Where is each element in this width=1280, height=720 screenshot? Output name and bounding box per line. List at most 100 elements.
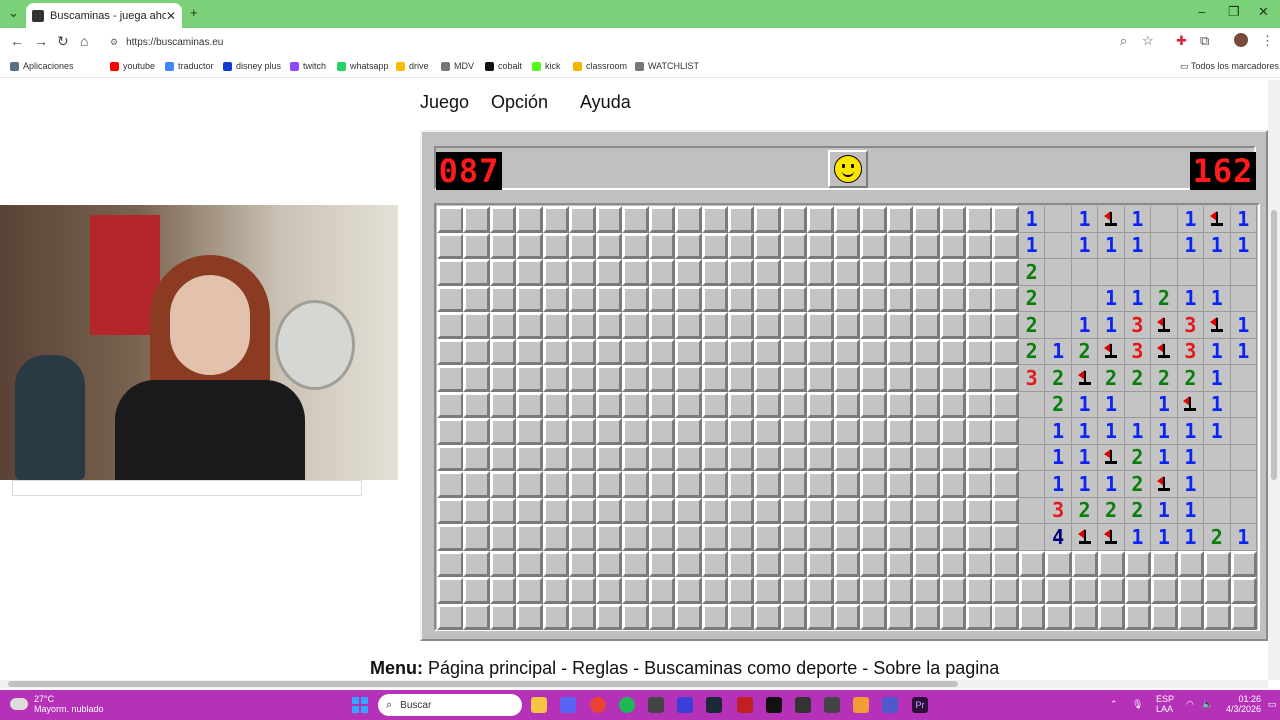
hidden-cell[interactable] (701, 391, 728, 418)
hidden-cell[interactable] (569, 471, 596, 498)
hidden-cell[interactable] (595, 524, 623, 551)
hidden-cell[interactable] (913, 418, 940, 445)
hidden-cell[interactable] (489, 550, 517, 577)
reload-icon[interactable]: ↻ (57, 33, 69, 50)
hidden-cell[interactable] (807, 259, 834, 286)
browser-tab[interactable]: Buscaminas - juega ahora! ✕ (26, 3, 182, 28)
hidden-cell[interactable] (648, 391, 676, 418)
hidden-cell[interactable] (754, 577, 781, 604)
extension-icon[interactable]: ✚ (1176, 33, 1187, 49)
hidden-cell[interactable] (437, 206, 464, 233)
hidden-cell[interactable] (886, 497, 914, 524)
hidden-cell[interactable] (780, 312, 808, 339)
hidden-cell[interactable] (622, 524, 649, 551)
hidden-cell[interactable] (463, 285, 490, 312)
number-cell[interactable]: 1 (1098, 391, 1125, 418)
hidden-cell[interactable] (516, 471, 543, 498)
hidden-cell[interactable] (992, 550, 1019, 577)
hidden-cell[interactable] (701, 603, 728, 630)
hidden-cell[interactable] (675, 577, 702, 604)
number-cell[interactable]: 2 (1045, 365, 1072, 392)
hidden-cell[interactable] (569, 232, 596, 259)
empty-cell[interactable] (1018, 444, 1046, 471)
hidden-cell[interactable] (727, 391, 755, 418)
discord-icon[interactable] (560, 697, 576, 713)
back-icon[interactable]: ← (10, 33, 24, 49)
hidden-cell[interactable] (780, 206, 808, 233)
hidden-cell[interactable] (675, 524, 702, 551)
flag-icon[interactable] (1204, 312, 1231, 339)
hidden-cell[interactable] (886, 232, 914, 259)
flag-icon[interactable] (1204, 206, 1231, 233)
mic-icon[interactable]: 🎙 (1132, 699, 1143, 709)
number-cell[interactable]: 1 (1071, 391, 1099, 418)
hidden-cell[interactable] (727, 418, 755, 445)
number-cell[interactable]: 2 (1124, 365, 1152, 392)
hidden-cell[interactable] (463, 312, 490, 339)
hidden-cell[interactable] (913, 391, 940, 418)
hidden-cell[interactable] (437, 497, 464, 524)
hidden-cell[interactable] (860, 577, 887, 604)
number-cell[interactable]: 1 (1018, 232, 1046, 259)
hidden-cell[interactable] (780, 497, 808, 524)
hidden-cell[interactable] (701, 418, 728, 445)
empty-cell[interactable] (1230, 418, 1257, 445)
spotify-icon[interactable] (619, 697, 635, 713)
hidden-cell[interactable] (622, 550, 649, 577)
hidden-cell[interactable] (542, 312, 570, 339)
hidden-cell[interactable] (886, 312, 914, 339)
hidden-cell[interactable] (1230, 550, 1257, 577)
flag-icon[interactable] (1098, 338, 1125, 365)
hidden-cell[interactable] (595, 232, 623, 259)
hidden-cell[interactable] (860, 471, 887, 498)
hidden-cell[interactable] (807, 603, 834, 630)
hidden-cell[interactable] (754, 603, 781, 630)
empty-cell[interactable] (1018, 471, 1046, 498)
close-tab-icon[interactable]: ✕ (166, 9, 176, 23)
hidden-cell[interactable] (939, 259, 967, 286)
hidden-cell[interactable] (833, 471, 861, 498)
hidden-cell[interactable] (939, 338, 967, 365)
hidden-cell[interactable] (966, 550, 993, 577)
bookmark-watchlist[interactable]: WATCHLIST (635, 61, 699, 71)
number-cell[interactable]: 2 (1045, 391, 1072, 418)
hidden-cell[interactable] (463, 206, 490, 233)
hidden-cell[interactable] (569, 444, 596, 471)
notifications-icon[interactable]: ▭ (1268, 699, 1277, 709)
number-cell[interactable]: 1 (1071, 232, 1099, 259)
hidden-cell[interactable] (992, 232, 1019, 259)
number-cell[interactable]: 1 (1204, 391, 1231, 418)
hidden-cell[interactable] (622, 471, 649, 498)
empty-cell[interactable] (1151, 206, 1178, 233)
hidden-cell[interactable] (1230, 603, 1257, 630)
hidden-cell[interactable] (622, 444, 649, 471)
hidden-cell[interactable] (595, 550, 623, 577)
hidden-cell[interactable] (913, 550, 940, 577)
hidden-cell[interactable] (913, 338, 940, 365)
hidden-cell[interactable] (807, 391, 834, 418)
menu-opcion[interactable]: Opción (491, 92, 548, 113)
hidden-cell[interactable] (701, 497, 728, 524)
hidden-cell[interactable] (622, 577, 649, 604)
hidden-cell[interactable] (860, 603, 887, 630)
hidden-cell[interactable] (860, 259, 887, 286)
number-cell[interactable]: 1 (1124, 285, 1152, 312)
hidden-cell[interactable] (595, 471, 623, 498)
hidden-cell[interactable] (992, 603, 1019, 630)
hidden-cell[interactable] (860, 497, 887, 524)
number-cell[interactable]: 2 (1151, 365, 1178, 392)
hidden-cell[interactable] (516, 338, 543, 365)
hidden-cell[interactable] (437, 577, 464, 604)
empty-cell[interactable] (1230, 285, 1257, 312)
hidden-cell[interactable] (542, 285, 570, 312)
hidden-cell[interactable] (1071, 550, 1099, 577)
empty-cell[interactable] (1045, 285, 1072, 312)
empty-cell[interactable] (1124, 259, 1152, 286)
hidden-cell[interactable] (754, 550, 781, 577)
hidden-cell[interactable] (807, 524, 834, 551)
hidden-cell[interactable] (727, 365, 755, 392)
number-cell[interactable]: 2 (1124, 497, 1152, 524)
hidden-cell[interactable] (542, 365, 570, 392)
chrome-icon[interactable] (590, 697, 606, 713)
number-cell[interactable]: 1 (1045, 444, 1072, 471)
